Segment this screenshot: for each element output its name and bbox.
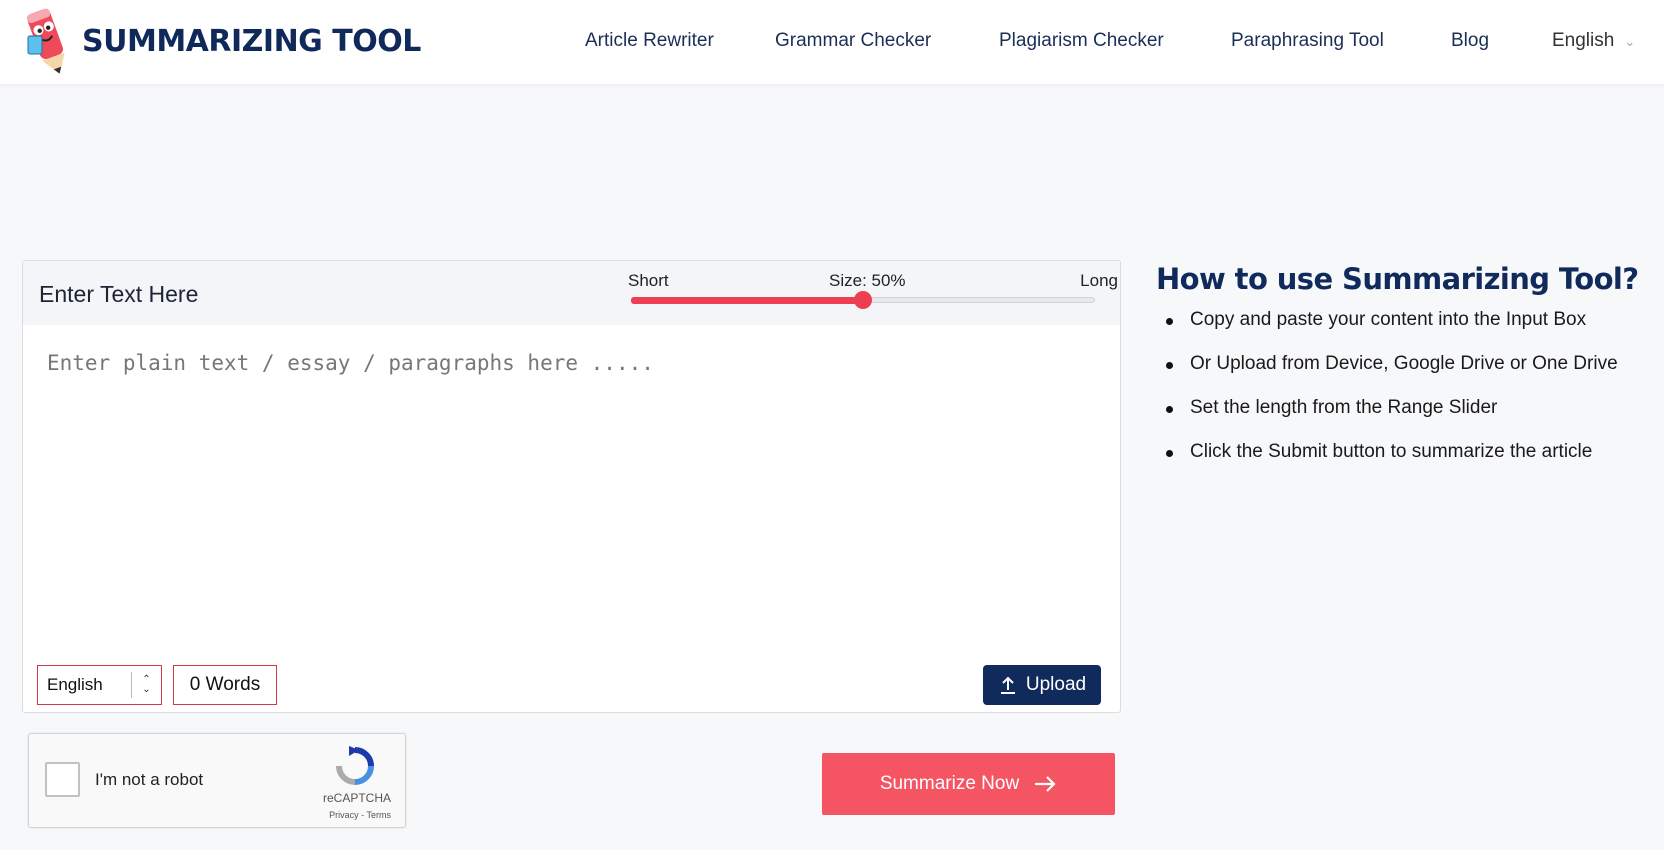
upload-button[interactable]: Upload xyxy=(983,665,1101,705)
nav-paraphrasing-tool[interactable]: Paraphrasing Tool xyxy=(1231,30,1384,52)
recaptcha-links[interactable]: Privacy - Terms xyxy=(329,810,391,820)
summarize-label: Summarize Now xyxy=(879,773,1020,794)
slider-short-label: Short xyxy=(628,271,669,290)
recaptcha-label: I'm not a robot xyxy=(95,770,204,789)
slider-long-label: Long xyxy=(1080,271,1118,290)
howto-title: How to use Summarizing Tool? xyxy=(1156,262,1639,296)
editor-header: Enter Text Here Short Size: 50% Long xyxy=(23,261,1120,325)
howto-step: Set the length from the Range Slider xyxy=(1156,394,1656,438)
recaptcha-logo-icon xyxy=(336,746,374,785)
word-count: 0 Words xyxy=(173,665,277,705)
text-input[interactable] xyxy=(37,341,1105,611)
slider-thumb[interactable] xyxy=(854,291,872,309)
nav-plagiarism-checker[interactable]: Plagiarism Checker xyxy=(999,30,1164,52)
summarize-button[interactable]: Summarize Now xyxy=(822,753,1115,815)
arrow-right-icon xyxy=(1035,776,1056,792)
upload-label: Upload xyxy=(1025,674,1087,695)
site-header: SUMMARIZING TOOL Article Rewriter Gramma… xyxy=(0,0,1664,84)
howto-step: Click the Submit button to summarize the… xyxy=(1156,438,1656,482)
main-nav: Article Rewriter Grammar Checker Plagiar… xyxy=(0,30,1664,60)
nav-article-rewriter[interactable]: Article Rewriter xyxy=(585,30,714,52)
howto-section: How to use Summarizing Tool? Copy and pa… xyxy=(1156,262,1656,482)
recaptcha-checkbox[interactable] xyxy=(45,762,80,797)
language-label: English xyxy=(1552,30,1615,51)
updown-arrows-icon: ⌃ ⌄ xyxy=(131,672,161,698)
editor-title: Enter Text Here xyxy=(39,281,199,307)
howto-steps: Copy and paste your content into the Inp… xyxy=(1156,306,1656,482)
slider-fill xyxy=(631,297,863,304)
length-slider[interactable]: Short Size: 50% Long xyxy=(626,269,1118,309)
recaptcha-brand: reCAPTCHA xyxy=(322,791,391,805)
howto-step: Or Upload from Device, Google Drive or O… xyxy=(1156,350,1656,394)
recaptcha-widget: I'm not a robot reCAPTCHA Privacy - Term… xyxy=(28,733,406,828)
editor-panel: Enter Text Here Short Size: 50% Long Eng… xyxy=(22,260,1121,713)
language-select[interactable]: English ⌃ ⌄ xyxy=(37,665,162,705)
nav-blog[interactable]: Blog xyxy=(1451,30,1489,52)
language-select-value: English xyxy=(47,675,103,694)
howto-step: Copy and paste your content into the Inp… xyxy=(1156,306,1656,350)
language-dropdown[interactable]: English ⌄ xyxy=(1552,30,1635,52)
chevron-down-icon: ⌄ xyxy=(1624,34,1636,49)
nav-grammar-checker[interactable]: Grammar Checker xyxy=(775,30,931,52)
upload-icon xyxy=(1000,676,1015,694)
slider-size-label: Size: 50% xyxy=(829,271,906,290)
